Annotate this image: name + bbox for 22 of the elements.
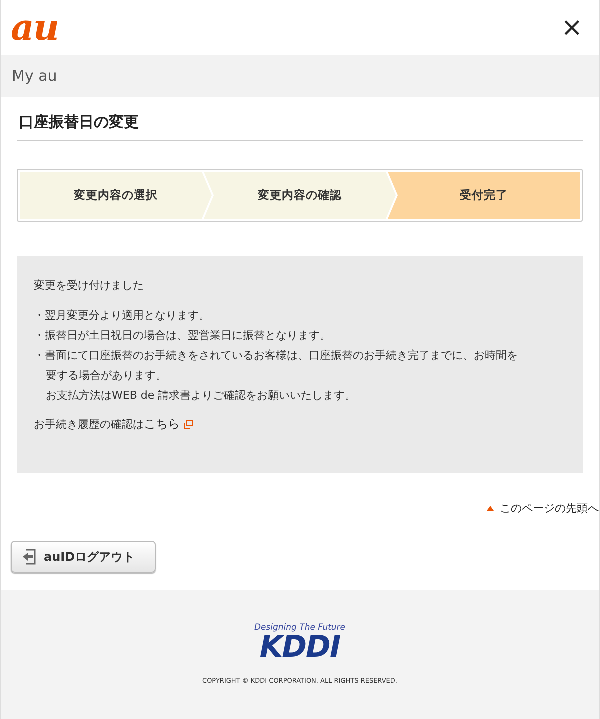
step: 変更内容の選択 [20,172,212,219]
close-button[interactable]: × [557,14,587,40]
step: 受付完了 [388,172,580,219]
logout-button[interactable]: auIDログアウト [11,541,156,573]
notice-text: 要する場合があります。 [45,368,168,384]
external-link-icon [184,420,193,429]
page-top-link[interactable]: このページの先頭へ [500,500,599,516]
history-text: お手続き履歴の確認は [34,417,144,432]
section-title: My au [12,67,58,85]
tagline: Designing The Future [254,623,346,633]
notice-text: お支払方法はWEB de 請求書よりご確認をお願いいたします。 [45,388,358,404]
notice-text: ・書面にて口座振替のお手続きをされているお客様は、口座振替のお手続き完了までに、お時間を [34,348,519,364]
page-title: 口座振替日の変更 [17,113,583,141]
message-heading: 変更を受け付けました [34,278,145,294]
notice-text: ・翌月変更分より適用となります。 [34,308,211,324]
history-link[interactable]: こちら [144,416,180,433]
logout-icon [22,549,36,565]
notice-text: ・振替日が土日祝日の場合は、翌営業日に振替となります。 [34,328,332,344]
au-logo: au [11,10,58,46]
step: 変更内容の確認 [204,172,396,219]
kddi-logo: KDDI [260,633,340,663]
triangle-icon [487,506,494,510]
